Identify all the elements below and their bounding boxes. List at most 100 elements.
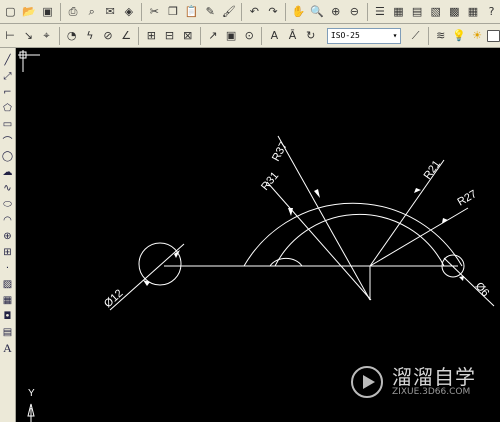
matchprop-icon[interactable]: 🖌: [221, 3, 238, 21]
toolbar-separator: [58, 26, 60, 45]
dimstyle-select[interactable]: ISO-25 ▾: [326, 27, 402, 44]
crosshair-cursor: [18, 50, 40, 72]
tolerance-icon[interactable]: ▣: [223, 27, 239, 45]
sun-icon[interactable]: ☀: [469, 27, 485, 45]
preview-icon[interactable]: ⌕: [83, 3, 100, 21]
new-icon[interactable]: ▢: [2, 3, 19, 21]
arc-r37: [243, 202, 463, 267]
toolbar-separator: [59, 2, 61, 21]
redo-icon[interactable]: ↷: [265, 3, 282, 21]
publish-icon[interactable]: ✉: [102, 3, 119, 21]
make-block-icon[interactable]: ⊞: [1, 246, 14, 259]
dimstyle-value: ISO-25: [330, 31, 360, 40]
brush-icon[interactable]: ✎: [202, 3, 219, 21]
dim-edit-icon[interactable]: A: [266, 27, 282, 45]
color-swatch[interactable]: [487, 29, 500, 42]
revision-cloud-icon[interactable]: ☁: [1, 166, 14, 179]
print-icon[interactable]: ⎙: [65, 3, 82, 21]
baseline-icon[interactable]: ⊟: [161, 27, 177, 45]
layer-icon[interactable]: ≋: [433, 27, 449, 45]
polygon-icon[interactable]: ⬠: [1, 102, 14, 115]
dimstyle-icon[interactable]: ⟋: [407, 27, 423, 45]
dim-update-icon[interactable]: ↻: [303, 27, 319, 45]
rectangle-icon[interactable]: ▭: [1, 118, 14, 131]
standard-toolbar: ▢ 📂 ▣ ⎙ ⌕ ✉ ◈ ✂ ❐ 📋 ✎ 🖌 ↶ ↷ ✋ 🔍 ⊕ ⊖ ☰ ▦ …: [0, 0, 500, 24]
quick-dim-icon[interactable]: ⊞: [143, 27, 159, 45]
construction-line-icon[interactable]: ⤢: [1, 70, 14, 83]
leader-d6: [443, 257, 495, 307]
toolbar-separator: [138, 26, 140, 45]
toolbar-separator: [141, 2, 143, 21]
spline-icon[interactable]: ∿: [1, 182, 14, 195]
arrowheads: [143, 188, 464, 286]
dim-r21: R21: [422, 158, 443, 181]
paste-icon[interactable]: 📋: [183, 3, 200, 21]
toolbar-separator: [427, 26, 429, 45]
cut-icon[interactable]: ✂: [146, 3, 163, 21]
multiline-text-icon[interactable]: A: [1, 341, 14, 355]
dim-linear-icon[interactable]: ⊢: [2, 27, 18, 45]
dim-aligned-icon[interactable]: ↘: [20, 27, 36, 45]
chevron-down-icon: ▾: [392, 31, 398, 40]
dim-angular-icon[interactable]: ∠: [118, 27, 134, 45]
center-mark-icon[interactable]: ⊙: [241, 27, 257, 45]
dim-jogged-icon[interactable]: ϟ: [82, 27, 98, 45]
designcenter-icon[interactable]: ▦: [390, 3, 407, 21]
dim-diameter-icon[interactable]: ⊘: [100, 27, 116, 45]
dimension-toolbar: ⊢ ↘ ⌖ ◔ ϟ ⊘ ∠ ⊞ ⊟ ⊠ ↗ ▣ ⊙ A Ā ↻ ISO-25 ▾…: [0, 24, 500, 48]
watermark-logo-icon: [351, 366, 383, 398]
properties-icon[interactable]: ☰: [372, 3, 389, 21]
help-icon[interactable]: ?: [483, 3, 500, 21]
continue-icon[interactable]: ⊠: [180, 27, 196, 45]
region-icon[interactable]: ◘: [1, 310, 14, 323]
line-icon[interactable]: ╱: [1, 54, 14, 67]
toolpalettes-icon[interactable]: ▤: [409, 3, 426, 21]
dim-text-edit-icon[interactable]: Ā: [284, 27, 300, 45]
ellipse-icon[interactable]: ⬭: [1, 198, 14, 211]
dim-ordinate-icon[interactable]: ⌖: [38, 27, 54, 45]
polyline-icon[interactable]: ⌐: [1, 86, 14, 99]
zoom-previous-icon[interactable]: ⊖: [346, 3, 363, 21]
ucs-y-label: Y: [28, 388, 35, 399]
ellipse-arc-icon[interactable]: ◠: [1, 214, 14, 227]
arc-icon[interactable]: ⌒: [1, 134, 14, 148]
hatch-icon[interactable]: ▨: [1, 278, 14, 291]
qleader-icon[interactable]: ↗: [205, 27, 221, 45]
arc-small: [269, 257, 303, 267]
circle-icon[interactable]: ◯: [1, 150, 14, 163]
pan-icon[interactable]: ✋: [290, 3, 307, 21]
bulb-icon[interactable]: 💡: [451, 27, 467, 45]
sheetset-icon[interactable]: ▧: [427, 3, 444, 21]
watermark-title: 溜溜自学: [392, 364, 476, 389]
insert-block-icon[interactable]: ⊕: [1, 230, 14, 243]
save-icon[interactable]: ▣: [39, 3, 56, 21]
table-icon[interactable]: ▤: [1, 326, 14, 339]
toolbar-separator: [261, 26, 263, 45]
toolbar-separator: [366, 2, 368, 21]
dim-d12: Ø12: [102, 287, 125, 310]
toolbar-separator: [285, 2, 287, 21]
zoom-window-icon[interactable]: ⊕: [327, 3, 344, 21]
leader-r31: [266, 181, 372, 301]
radial-r27: [369, 207, 469, 267]
dim-d6: Ø6: [473, 280, 492, 299]
watermark-subtitle: ZIXUE.3D66.COM: [392, 386, 471, 397]
calculator-icon[interactable]: ▦: [465, 3, 482, 21]
markup-icon[interactable]: ▩: [446, 3, 463, 21]
toolbar-separator: [199, 26, 201, 45]
dim-r31: R31: [259, 170, 281, 193]
point-icon[interactable]: ·: [1, 262, 14, 275]
copy-icon[interactable]: ❐: [165, 3, 182, 21]
dim-radius-icon[interactable]: ◔: [64, 27, 80, 45]
dim-r27: R27: [456, 188, 479, 208]
leader-r37: [277, 135, 352, 267]
zoom-realtime-icon[interactable]: 🔍: [309, 3, 326, 21]
open-icon[interactable]: 📂: [21, 3, 38, 21]
undo-icon[interactable]: ↶: [246, 3, 263, 21]
watermark: 溜溜自学 ZIXUE.3D66.COM: [350, 358, 480, 406]
draw-toolbar: ╱ ⤢ ⌐ ⬠ ▭ ⌒ ◯ ☁ ∿ ⬭ ◠ ⊕ ⊞ · ▨ ▦ ◘ ▤ A: [0, 48, 16, 422]
toolbar-separator: [241, 2, 243, 21]
plot-icon[interactable]: ◈: [121, 3, 138, 21]
gradient-icon[interactable]: ▦: [1, 294, 14, 307]
ucs-icon: Y: [27, 388, 35, 422]
